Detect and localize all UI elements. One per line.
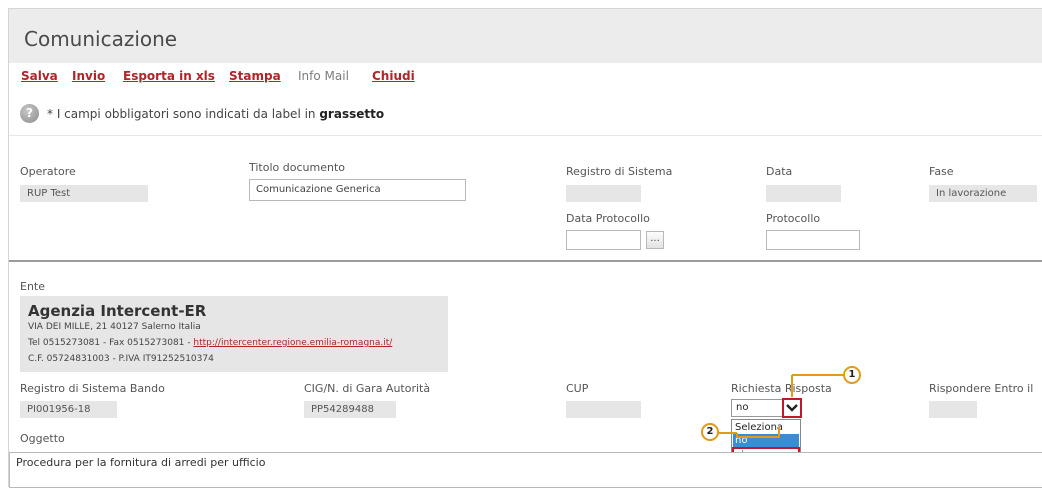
- protocollo-label: Protocollo: [766, 212, 821, 225]
- oggetto-textarea[interactable]: Procedura per la fornitura di arredi per…: [9, 452, 1042, 488]
- operatore-field: RUP Test: [20, 185, 148, 202]
- note-bold: grassetto: [319, 107, 385, 121]
- required-fields-note: * I campi obbligatori sono indicati da l…: [47, 107, 384, 121]
- communication-panel: Comunicazione Salva Invio Esporta in xls…: [8, 8, 1042, 488]
- page-title: Comunicazione: [24, 27, 178, 51]
- cup-field: [566, 401, 641, 418]
- rispondere-entro-label: Rispondere Entro il: [929, 382, 1034, 395]
- save-button[interactable]: Salva: [21, 69, 58, 83]
- callout-1: 1: [843, 366, 861, 384]
- ente-box: Agenzia Intercent-ER VIA DEI MILLE, 21 4…: [20, 296, 448, 372]
- registro-bando-field: PI001956-18: [20, 401, 117, 418]
- info-mail-button: Info Mail: [298, 69, 349, 83]
- ente-label: Ente: [20, 280, 46, 293]
- oggetto-label: Oggetto: [20, 432, 65, 445]
- operatore-label: Operatore: [20, 165, 76, 178]
- help-icon[interactable]: ?: [20, 104, 39, 123]
- cig-label: CIG/N. di Gara Autorità: [304, 382, 431, 395]
- titolo-documento-label: Titolo documento: [249, 161, 345, 174]
- divider: [9, 135, 1042, 136]
- close-button[interactable]: Chiudi: [372, 69, 415, 83]
- date-picker-button[interactable]: ...: [646, 231, 664, 249]
- ente-contacts: Tel 0515273081 - Fax 0515273081 - http:/…: [28, 338, 392, 348]
- ente-name: Agenzia Intercent-ER: [28, 302, 207, 320]
- data-protocollo-label: Data Protocollo: [566, 212, 650, 225]
- registro-sistema-label: Registro di Sistema: [566, 165, 673, 178]
- registro-bando-label: Registro di Sistema Bando: [20, 382, 165, 395]
- note-text: * I campi obbligatori sono indicati da l…: [47, 107, 320, 121]
- rispondere-entro-field: [929, 401, 977, 418]
- fase-label: Fase: [929, 165, 954, 178]
- protocollo-input[interactable]: [766, 230, 860, 250]
- print-button[interactable]: Stampa: [229, 69, 281, 83]
- ente-website-link[interactable]: http://intercenter.regione.emilia-romagn…: [193, 338, 392, 348]
- data-protocollo-input[interactable]: [566, 230, 641, 250]
- ente-contacts-text: Tel 0515273081 - Fax 0515273081 -: [28, 338, 194, 348]
- ente-address: VIA DEI MILLE, 21 40127 Salerno Italia: [28, 322, 201, 332]
- page-header: Comunicazione: [9, 9, 1042, 63]
- callout-2: 2: [701, 423, 719, 441]
- data-label: Data: [766, 165, 793, 178]
- fase-field: In lavorazione: [929, 185, 1037, 202]
- registro-sistema-field: [566, 185, 641, 202]
- cig-field: PP54289488: [304, 401, 396, 418]
- send-button[interactable]: Invio: [72, 69, 105, 83]
- export-xls-button[interactable]: Esporta in xls: [123, 69, 215, 83]
- titolo-documento-input[interactable]: Comunicazione Generica: [249, 179, 466, 201]
- toolbar: Salva Invio Esporta in xls Stampa Info M…: [9, 63, 1042, 95]
- section-divider: [9, 260, 1042, 262]
- ente-fiscal: C.F. 05724831003 - P.IVA IT91252510374: [28, 354, 214, 364]
- cup-label: CUP: [566, 382, 589, 395]
- data-field: [766, 185, 841, 202]
